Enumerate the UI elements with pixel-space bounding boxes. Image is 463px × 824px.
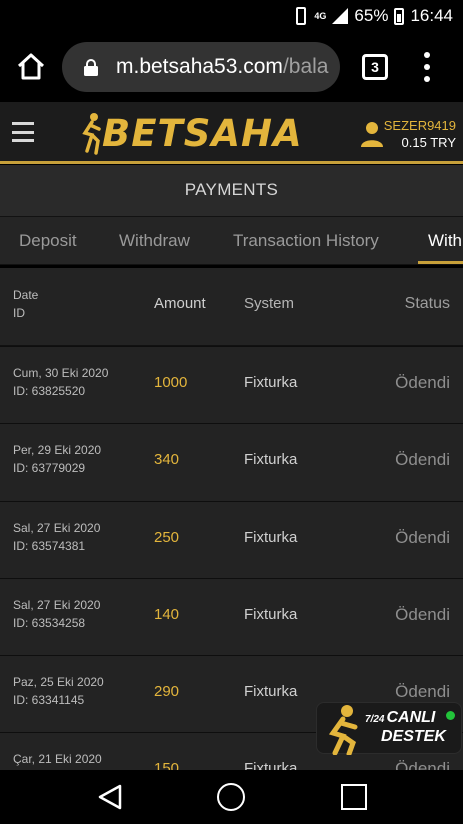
row-date-id: Sal, 27 Eki 2020 ID: 63574381 — [13, 519, 100, 555]
row-date-id: Çar, 21 Eki 2020 — [13, 750, 102, 768]
live-support-button[interactable]: 7/24 CANLI DESTEK — [316, 702, 462, 755]
row-date: Cum, 30 Eki 2020 — [13, 366, 109, 380]
row-status: Ödendi — [395, 373, 450, 392]
table-row[interactable]: Per, 29 Eki 2020 ID: 63779029 340 Fixtur… — [0, 423, 463, 501]
home-nav-icon[interactable] — [217, 783, 245, 811]
row-system: Fixturka — [244, 605, 298, 623]
tab-withdraw[interactable]: Withdraw — [119, 231, 190, 251]
battery-icon — [394, 7, 405, 25]
tab-withdrawal-status[interactable]: With — [428, 231, 462, 251]
row-date: Paz, 25 Eki 2020 — [13, 675, 104, 690]
row-date: Sal, 27 Eki 2020 — [13, 520, 101, 535]
row-amount: 340 — [154, 451, 180, 469]
page-title: PAYMENTS — [184, 180, 279, 199]
support-destek: DESTEK — [381, 728, 446, 745]
browser-toolbar: m.betsaha53.com/bala 3 — [0, 32, 463, 102]
table-row[interactable]: Sal, 27 Eki 2020 ID: 63574381 250 Fixtur… — [0, 500, 463, 578]
row-amount: 1000 — [154, 374, 188, 391]
support-canli: CANLI — [386, 709, 436, 726]
row-id: ID: 63574381 — [13, 538, 86, 553]
tab-switcher-button[interactable]: 3 — [362, 54, 388, 80]
table-header: Date ID Amount System Status — [0, 268, 463, 346]
row-amount: 250 — [154, 528, 180, 546]
header-system: System — [244, 295, 295, 312]
row-amount: 150 — [154, 760, 180, 770]
row-date-id: Per, 29 Eki 2020 ID: 63779029 — [13, 441, 101, 477]
row-id: ID: 63825520 — [13, 384, 86, 398]
row-status: Ödendi — [395, 527, 450, 547]
runner-logo-icon — [82, 113, 101, 155]
vibrate-icon — [296, 7, 307, 25]
row-date-id: Paz, 25 Eki 2020 ID: 63341145 — [13, 673, 104, 709]
user-icon[interactable] — [360, 120, 384, 148]
network-type: 4G — [314, 10, 327, 21]
header-id: ID — [13, 306, 25, 320]
home-icon[interactable] — [16, 52, 46, 82]
account-balance: 0.15 TRY — [401, 135, 456, 150]
row-amount: 140 — [154, 605, 180, 623]
table-row[interactable]: Cum, 30 Eki 2020 ID: 63825520 1000 Fixtu… — [0, 346, 463, 424]
lock-icon — [84, 59, 98, 76]
row-status: Ödendi — [395, 604, 450, 624]
row-id: ID: 63534258 — [13, 615, 86, 630]
row-status: Ödendi — [395, 759, 450, 770]
row-date: Per, 29 Eki 2020 — [13, 443, 102, 458]
row-system: Fixturka — [244, 760, 298, 770]
clock: 16:44 — [410, 6, 453, 25]
tab-transaction-history[interactable]: Transaction History — [233, 231, 379, 251]
site-header: BETSAHA SEZER9419 0.15 TRY — [0, 102, 463, 164]
username[interactable]: SEZER9419 — [384, 118, 456, 133]
address-bar[interactable]: m.betsaha53.com/bala — [62, 42, 340, 92]
row-system: Fixturka — [244, 374, 298, 391]
header-status: Status — [404, 295, 450, 312]
row-system: Fixturka — [244, 451, 298, 469]
recent-apps-icon[interactable] — [341, 784, 367, 810]
row-id: ID: 63779029 — [13, 461, 86, 476]
row-date-id: Sal, 27 Eki 2020 ID: 63534258 — [13, 596, 100, 632]
row-status: Ödendi — [395, 682, 450, 702]
battery-percent: 65% — [354, 6, 389, 25]
tab-deposit[interactable]: Deposit — [19, 231, 77, 251]
status-bar: 4G 65% 16:44 — [0, 0, 463, 32]
row-id: ID: 63341145 — [13, 693, 85, 708]
header-date-id: Date ID — [13, 286, 38, 322]
row-amount: 290 — [154, 683, 180, 701]
payment-tabs: Deposit Withdraw Transaction History Wit… — [0, 217, 463, 265]
row-date: Çar, 21 Eki 2020 — [13, 752, 102, 767]
header-date: Date — [13, 288, 39, 302]
row-system: Fixturka — [244, 683, 298, 701]
logo-text: BETSAHA — [102, 111, 303, 155]
support-hours: 7/24 — [365, 714, 385, 725]
table-row[interactable]: Sal, 27 Eki 2020 ID: 63534258 140 Fixtur… — [0, 577, 463, 656]
signal-icon — [332, 8, 349, 24]
active-tab-indicator — [418, 261, 463, 264]
online-status-dot — [446, 711, 455, 720]
support-line1: 7/24 CANLI — [365, 709, 435, 727]
page-title-bar: PAYMENTS — [0, 165, 463, 217]
row-date: Sal, 27 Eki 2020 — [13, 597, 101, 612]
support-mascot-icon — [328, 705, 358, 755]
betsaha-logo[interactable]: BETSAHA — [80, 110, 303, 156]
url-text: m.betsaha53.com/bala — [116, 55, 328, 79]
hamburger-menu-icon[interactable] — [12, 122, 34, 142]
header-amount: Amount — [154, 295, 206, 312]
row-status: Ödendi — [395, 450, 450, 470]
url-path: /bala — [282, 55, 329, 78]
url-host: m.betsaha53.com — [116, 55, 283, 78]
back-icon[interactable] — [96, 783, 124, 811]
browser-menu-icon[interactable] — [420, 52, 434, 82]
row-date-id: Cum, 30 Eki 2020 ID: 63825520 — [13, 364, 108, 400]
row-system: Fixturka — [244, 528, 298, 546]
android-nav-bar — [0, 770, 463, 824]
withdrawals-table: Date ID Amount System Status Cum, 30 Eki… — [0, 268, 463, 770]
